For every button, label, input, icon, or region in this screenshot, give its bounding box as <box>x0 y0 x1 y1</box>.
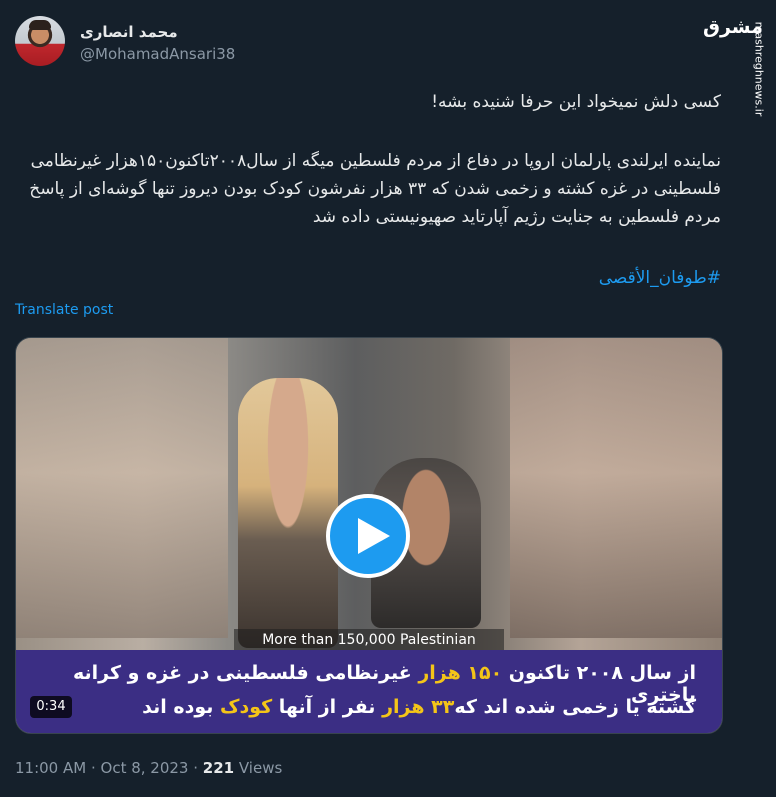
meta-separator-2: · <box>188 759 203 777</box>
views-label: Views <box>234 759 283 777</box>
video-speaker-figure <box>238 378 338 648</box>
tweet-metadata: 11:00 AM · Oct 8, 2023 · 221 Views <box>15 759 282 777</box>
subtitle-line-2-part-c: بوده اند <box>142 696 221 718</box>
hashtag-link[interactable]: #طوفان_الأقصی <box>15 268 721 288</box>
views-count: 221 <box>202 759 235 777</box>
translate-post-link[interactable]: Translate post <box>15 302 113 318</box>
play-button[interactable] <box>326 494 410 578</box>
play-icon <box>358 518 390 554</box>
tweet-text-paragraph: نماینده ایرلندی پارلمان اروپا در دفاع از… <box>29 151 721 227</box>
video-english-caption: More than 150,000 Palestinian <box>234 629 504 651</box>
author-handle[interactable]: @MohamadAnsari38 <box>80 45 235 63</box>
video-player[interactable]: More than 150,000 Palestinian از سال ۲۰۰… <box>15 337 723 734</box>
video-blur-left <box>16 338 228 638</box>
tweet-text-line1: کسی دلش نمیخواد این حرفا شنیده بشه! <box>431 92 721 112</box>
mashregh-logo: مشرق <box>703 16 763 38</box>
watermark-url: mashreghnews.ir <box>748 14 770 124</box>
tweet-date-link[interactable]: Oct 8, 2023 <box>101 759 189 777</box>
video-subtitle-box: از سال ۲۰۰۸ تاکنون ۱۵۰ هزار غیرنظامی فلس… <box>16 650 722 733</box>
subtitle-line-1-part-a: از سال ۲۰۰۸ تاکنون <box>502 662 696 684</box>
meta-separator-1: · <box>86 759 101 777</box>
subtitle-line-2: کشته یا زخمی شده اند که۳۳ هزار نفر از آن… <box>56 696 696 718</box>
tweet-header: محمد انصاری @MohamadAnsari38 <box>15 14 715 68</box>
tweet-time-link[interactable]: 11:00 AM <box>15 759 86 777</box>
author-display-name[interactable]: محمد انصاری <box>80 23 178 41</box>
subtitle-line-2-part-a: کشته یا زخمی شده اند که <box>454 696 696 718</box>
avatar[interactable] <box>15 16 65 66</box>
watermark-url-text: mashreghnews.ir <box>752 21 766 117</box>
subtitle-line-2-highlight-2: کودک <box>220 696 273 718</box>
subtitle-line-2-highlight-1: ۳۳ هزار <box>382 696 455 718</box>
subtitle-line-2-part-b: نفر از آنها <box>272 696 383 718</box>
video-blur-right <box>510 338 722 638</box>
video-duration-badge: 0:34 <box>30 696 72 718</box>
subtitle-line-1-highlight: ۱۵۰ هزار <box>418 662 503 684</box>
